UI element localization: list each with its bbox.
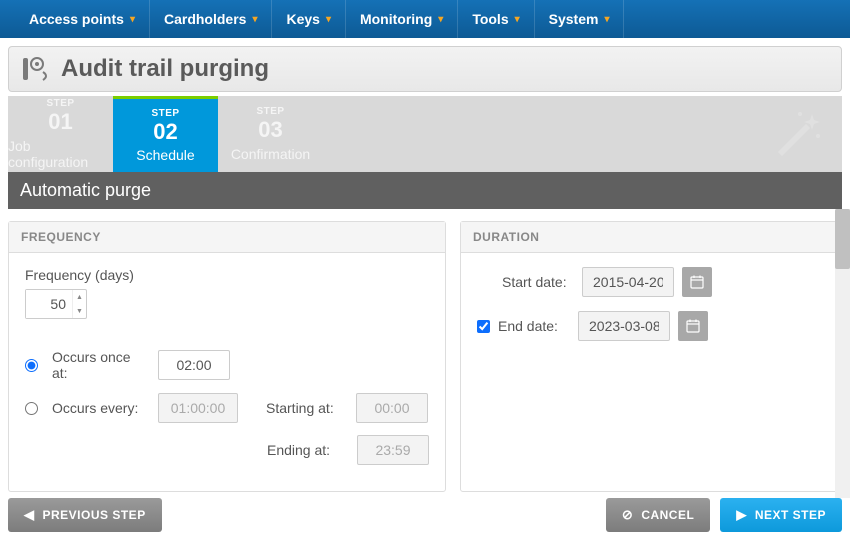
chevron-down-icon: ▾ (515, 14, 520, 25)
cancel-icon: ⊘ (622, 507, 633, 523)
spinner-up-icon[interactable]: ▲ (73, 290, 86, 304)
chevron-down-icon: ▾ (438, 14, 443, 25)
starting-at-label: Starting at: (266, 400, 346, 416)
frequency-days-input[interactable] (26, 290, 72, 318)
main-nav: Access points▾ Cardholders▾ Keys▾ Monito… (0, 0, 850, 38)
wizard-steps: STEP 01 Job configuration STEP 02 Schedu… (8, 96, 842, 172)
magic-wand-icon (770, 108, 822, 165)
vertical-scrollbar[interactable] (835, 209, 850, 498)
scrollbar-thumb[interactable] (835, 209, 850, 269)
content-area: FREQUENCY Frequency (days) ▲ ▼ Occurs on… (0, 209, 850, 498)
starting-at-input (356, 393, 428, 423)
key-gear-icon (21, 55, 53, 83)
chevron-down-icon: ▾ (604, 14, 609, 25)
step-confirmation[interactable]: STEP 03 Confirmation (218, 96, 323, 172)
end-date-calendar-button[interactable] (678, 311, 708, 341)
nav-tools[interactable]: Tools▾ (458, 0, 534, 38)
nav-keys[interactable]: Keys▾ (272, 0, 346, 38)
occurs-every-label: Occurs every: (52, 400, 148, 416)
chevron-down-icon: ▾ (130, 14, 135, 25)
duration-panel: DURATION Start date: End date: (460, 221, 842, 492)
ending-at-input (357, 435, 429, 465)
page-title: Audit trail purging (61, 55, 269, 83)
spinner-down-icon[interactable]: ▼ (73, 304, 86, 318)
end-date-input[interactable] (578, 311, 670, 341)
start-date-label: Start date: (502, 274, 574, 290)
chevron-down-icon: ▾ (326, 14, 331, 25)
cancel-button[interactable]: ⊘ CANCEL (606, 498, 710, 532)
occurs-once-radio[interactable] (25, 359, 38, 372)
end-date-label: End date: (498, 318, 570, 334)
duration-header: DURATION (461, 222, 841, 253)
chevron-down-icon: ▾ (252, 14, 257, 25)
start-date-input[interactable] (582, 267, 674, 297)
occurs-every-interval-input (158, 393, 238, 423)
step-schedule[interactable]: STEP 02 Schedule (113, 96, 218, 172)
next-step-button[interactable]: ▶ NEXT STEP (720, 498, 842, 532)
start-date-calendar-button[interactable] (682, 267, 712, 297)
frequency-header: FREQUENCY (9, 222, 445, 253)
ending-at-label: Ending at: (267, 442, 347, 458)
nav-access-points[interactable]: Access points▾ (15, 0, 150, 38)
step-job-configuration[interactable]: STEP 01 Job configuration (8, 96, 113, 172)
calendar-icon (689, 274, 705, 290)
occurs-once-label: Occurs once at: (52, 349, 148, 381)
occurs-every-radio[interactable] (25, 402, 38, 415)
occurs-once-time-input[interactable] (158, 350, 230, 380)
page-title-bar: Audit trail purging (8, 46, 842, 92)
frequency-days-input-wrapper: ▲ ▼ (25, 289, 87, 319)
nav-system[interactable]: System▾ (535, 0, 625, 38)
previous-step-button[interactable]: ◀ PREVIOUS STEP (8, 498, 162, 532)
end-date-checkbox[interactable] (477, 320, 490, 333)
frequency-days-label: Frequency (days) (25, 267, 134, 283)
nav-monitoring[interactable]: Monitoring▾ (346, 0, 458, 38)
chevron-right-icon: ▶ (736, 507, 747, 523)
frequency-panel: FREQUENCY Frequency (days) ▲ ▼ Occurs on… (8, 221, 446, 492)
nav-cardholders[interactable]: Cardholders▾ (150, 0, 273, 38)
calendar-icon (685, 318, 701, 334)
chevron-left-icon: ◀ (24, 507, 35, 523)
section-header: Automatic purge (8, 172, 842, 209)
